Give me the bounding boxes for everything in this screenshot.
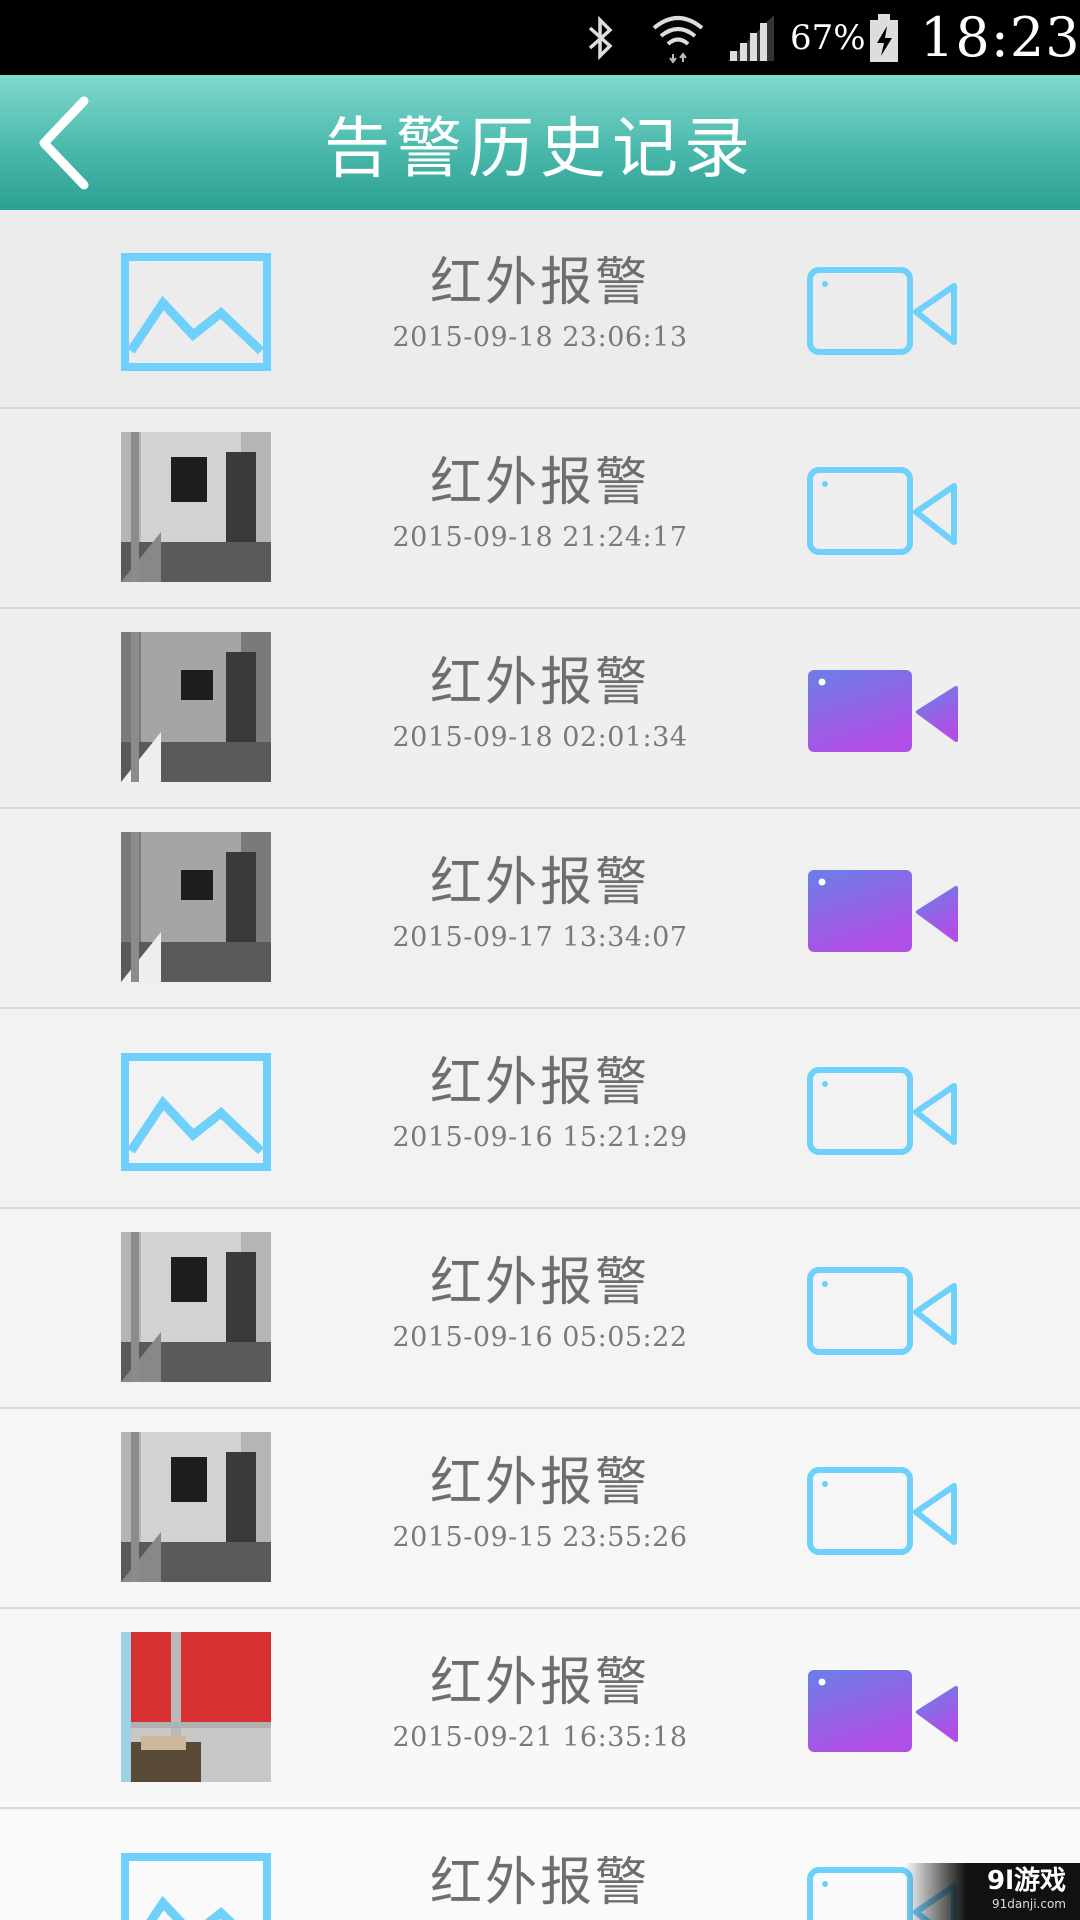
play-video-button[interactable] [806, 1462, 958, 1558]
video-camera-icon [808, 1670, 958, 1752]
video-camera-icon [807, 1267, 957, 1355]
play-video-button[interactable] [806, 1062, 958, 1158]
alarm-info: 红外报警 2015-09-16 05:05:22 [340, 1252, 740, 1353]
alarm-type-label: 红外报警 [429, 253, 650, 313]
alarm-info: 红外报警 2015-09-17 13:34:07 [340, 852, 740, 953]
alarm-type-label: 红外报警 [429, 653, 650, 713]
play-video-button[interactable] [806, 662, 958, 758]
battery-charging-icon [866, 0, 902, 75]
signal-icon [726, 0, 776, 75]
alarm-timestamp: 2015-09-21 16:35:18 [392, 1722, 688, 1753]
alarm-type-label: 红外报警 [429, 1853, 650, 1913]
play-video-button[interactable] [806, 262, 958, 358]
alarm-type-label: 红外报警 [429, 1453, 650, 1513]
video-camera-icon [808, 670, 958, 752]
play-video-button[interactable] [806, 1262, 958, 1358]
alarm-row[interactable]: 红外报警 2015-09-21 16:35:18 [0, 1610, 1080, 1809]
page-title: 告警历史记录 [324, 109, 756, 187]
alarm-timestamp: 2015-09-18 02:01:34 [392, 722, 688, 753]
alarm-snapshot-image [121, 1232, 271, 1382]
alarm-row[interactable]: 红外报警 2015-09-16 05:05:22 [0, 1210, 1080, 1409]
alarm-thumbnail[interactable] [121, 1853, 271, 1920]
alarm-snapshot-image [121, 632, 271, 782]
alarm-type-label: 红外报警 [429, 1653, 650, 1713]
video-camera-icon [807, 467, 957, 555]
alarm-timestamp: 2015-09-16 05:05:22 [392, 1322, 688, 1353]
image-placeholder-icon [121, 253, 271, 371]
alarm-history-list[interactable]: 红外报警 2015-09-18 23:06:13 红外报警 2015-09-18… [0, 210, 1080, 1920]
alarm-info: 红外报警 2015-09-18 02:01:34 [340, 652, 740, 753]
image-placeholder-icon [121, 1853, 271, 1920]
watermark-sub: 91danji.com [992, 1897, 1066, 1911]
alarm-thumbnail[interactable] [121, 1632, 271, 1782]
alarm-timestamp: 2015-09-17 13:34:07 [392, 922, 688, 953]
alarm-row[interactable]: 红外报警 2015-09-17 13:34:07 [0, 810, 1080, 1009]
play-video-button[interactable] [806, 862, 958, 958]
alarm-row[interactable]: 红外报警 2015-09-18 23:06:13 [0, 210, 1080, 409]
video-camera-icon [808, 870, 958, 952]
alarm-thumbnail[interactable] [121, 253, 271, 403]
alarm-thumbnail[interactable] [121, 832, 271, 982]
watermark-logo: 9l游戏 91danji.com [905, 1863, 1080, 1920]
alarm-type-label: 红外报警 [429, 1253, 650, 1313]
clock: 18:23 [920, 6, 1080, 69]
alarm-thumbnail[interactable] [121, 432, 271, 582]
alarm-type-label: 红外报警 [429, 1053, 650, 1113]
alarm-timestamp: 2015-09-16 15:21:29 [392, 1122, 688, 1153]
image-placeholder-icon [121, 1053, 271, 1171]
alarm-timestamp: 2015-09-18 21:24:17 [392, 522, 688, 553]
alarm-thumbnail[interactable] [121, 1053, 271, 1203]
wifi-icon [650, 0, 706, 75]
alarm-info: 红外报警 2015-09-21 16:35:18 [340, 1652, 740, 1753]
video-camera-icon [807, 267, 957, 355]
alarm-row[interactable]: 红外报警 2015-09-18 21:24:17 [0, 410, 1080, 609]
alarm-type-label: 红外报警 [429, 453, 650, 513]
alarm-snapshot-image [121, 1632, 271, 1782]
play-video-button[interactable] [806, 1662, 958, 1758]
alarm-timestamp: 2015-09-18 23:06:13 [392, 322, 688, 353]
alarm-info: 红外报警 2015-09-16 15:21:29 [340, 1052, 740, 1153]
status-bar: 67% 18:23 [0, 0, 1080, 75]
alarm-thumbnail[interactable] [121, 1232, 271, 1382]
alarm-thumbnail[interactable] [121, 1432, 271, 1582]
bluetooth-icon [584, 0, 618, 75]
alarm-snapshot-image [121, 432, 271, 582]
alarm-row[interactable]: 红外报警 2015-09-15 23:55:26 [0, 1410, 1080, 1609]
alarm-snapshot-image [121, 1432, 271, 1582]
watermark-main: 9l游戏 [986, 1866, 1066, 1896]
alarm-info: 红外报警 2015-09-15 23:55:26 [340, 1452, 740, 1553]
video-camera-icon [807, 1467, 957, 1555]
alarm-info: 红外报警 [340, 1852, 740, 1920]
alarm-info: 红外报警 2015-09-18 23:06:13 [340, 252, 740, 353]
alarm-row[interactable]: 红外报警 2015-09-16 15:21:29 [0, 1010, 1080, 1209]
alarm-row[interactable]: 红外报警 2015-09-18 02:01:34 [0, 610, 1080, 809]
alarm-info: 红外报警 2015-09-18 21:24:17 [340, 452, 740, 553]
alarm-type-label: 红外报警 [429, 853, 650, 913]
alarm-timestamp: 2015-09-15 23:55:26 [392, 1522, 688, 1553]
play-video-button[interactable] [806, 462, 958, 558]
header-bar: 告警历史记录 [0, 75, 1080, 210]
video-camera-icon [807, 1067, 957, 1155]
alarm-thumbnail[interactable] [121, 632, 271, 782]
alarm-snapshot-image [121, 832, 271, 982]
battery-percent: 67% [790, 17, 866, 58]
